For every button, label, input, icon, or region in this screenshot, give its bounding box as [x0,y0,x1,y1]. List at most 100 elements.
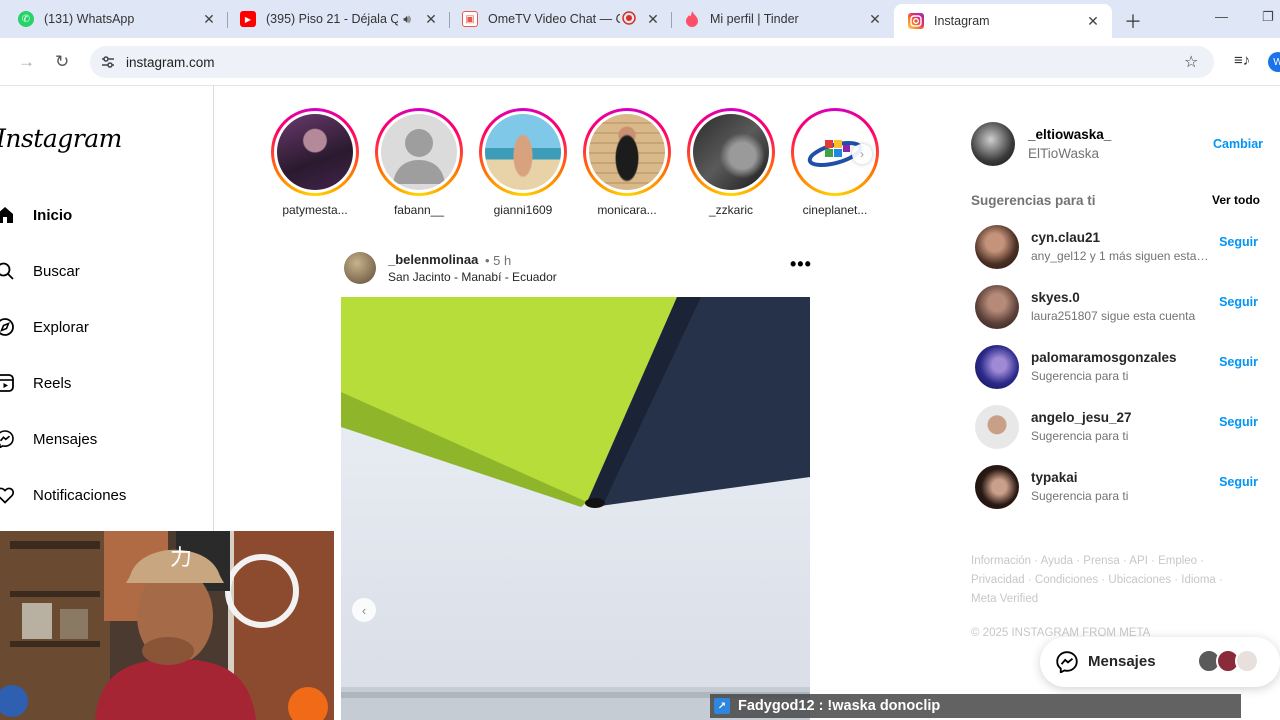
forward-icon[interactable]: → [18,52,35,72]
ometv-icon: ▣ [462,11,478,27]
reload-icon[interactable]: ↻ [55,52,69,72]
suggestion-subtitle: Sugerencia para ti [1031,429,1129,443]
profile-avatar[interactable]: W [1268,52,1280,72]
post-location[interactable]: San Jacinto - Manabí - Ecuador [388,270,557,284]
story-item[interactable]: fabann__ [375,108,463,217]
close-icon[interactable]: ✕ [200,11,218,28]
suggestion-avatar[interactable] [975,465,1019,509]
address-bar[interactable]: instagram.com [90,46,1214,78]
post-author-username[interactable]: _belenmolinaa [388,252,478,267]
sidebar-item-label: Buscar [33,262,80,280]
story-username: gianni1609 [493,203,553,217]
suggestion-avatar[interactable] [975,225,1019,269]
maximize-icon[interactable]: ❐ [1262,9,1274,25]
suggestion-row: angelo_jesu_27 Sugerencia para ti Seguir [975,405,1260,449]
story-item[interactable]: monicara... [583,108,671,217]
follow-button[interactable]: Seguir [1219,355,1258,369]
home-icon [0,206,14,224]
tab-whatsapp[interactable]: ✆ (131) WhatsApp ✕ [4,4,228,34]
suggestion-row: palomaramosgonzales Sugerencia para ti S… [975,345,1260,389]
instagram-icon [908,13,924,29]
suggestion-subtitle: Sugerencia para ti [1031,489,1129,503]
sidebar-item-notificaciones[interactable]: Notificaciones [0,478,126,512]
stream-chat-overlay: ↗ Fadygod12 : !waska donoclip [710,694,1241,718]
recording-icon [620,10,638,28]
tab-ometv[interactable]: ▣ OmeTV Video Chat — O ✕ [448,4,672,34]
follow-button[interactable]: Seguir [1219,475,1258,489]
suggestion-avatar[interactable] [975,345,1019,389]
site-settings-icon[interactable] [100,54,116,73]
suggestion-username[interactable]: angelo_jesu_27 [1031,410,1132,425]
sidebar-item-mensajes[interactable]: Mensajes [0,422,97,456]
switch-account-button[interactable]: Cambiar [1213,137,1263,151]
suggestion-avatar[interactable] [975,405,1019,449]
media-control-icon[interactable]: ≡♪ [1234,52,1250,69]
story-ring [583,108,671,196]
tinder-flame-icon [684,11,700,27]
tab-title: OmeTV Video Chat — O [488,12,620,26]
story-avatar [693,114,769,190]
close-icon[interactable]: ✕ [422,11,440,28]
default-avatar-icon [381,114,457,190]
current-user-username[interactable]: _eltiowaska_ [1028,127,1111,142]
story-username: fabann__ [393,203,445,217]
bookmark-star-icon[interactable]: ☆ [1184,52,1198,72]
story-avatar [589,114,665,190]
post-image[interactable] [341,297,810,720]
sidebar-item-inicio[interactable]: Inicio [0,198,72,232]
story-username: cineplanet... [802,203,868,217]
follow-button[interactable]: Seguir [1219,415,1258,429]
current-user-avatar[interactable] [971,122,1015,166]
suggestion-row: skyes.0 laura251807 sigue esta cuenta Se… [975,285,1260,329]
close-icon[interactable]: ✕ [1084,13,1102,30]
close-icon[interactable]: ✕ [866,11,884,28]
sidebar-item-buscar[interactable]: Buscar [0,254,80,288]
reels-icon [0,374,14,392]
story-username: patymesta... [282,203,348,217]
webcam-overlay: 力 [0,531,334,720]
tab-title: (395) Piso 21 - Déjala Qu [266,12,398,26]
sidebar-item-explorar[interactable]: Explorar [0,310,89,344]
sidebar-item-reels[interactable]: Reels [0,366,71,400]
whatsapp-icon: ✆ [18,11,34,27]
sidebar-item-label: Notificaciones [33,486,127,504]
compass-icon [0,318,14,336]
story-item[interactable]: _zzkaric [687,108,775,217]
instagram-logo[interactable]: Instagram [0,124,122,153]
story-item[interactable]: gianni1609 [479,108,567,217]
more-options-icon[interactable]: ••• [790,254,812,275]
tab-title: (131) WhatsApp [44,12,135,26]
footer-links[interactable]: Información · Ayuda · Prensa · API · Emp… [971,552,1231,609]
stories-next-button[interactable]: › [852,144,872,164]
post-author-avatar[interactable] [344,252,376,284]
suggestion-avatar[interactable] [975,285,1019,329]
story-item[interactable]: patymesta... [271,108,359,217]
suggestion-subtitle: any_gel12 y 1 más siguen esta c... [1031,249,1211,263]
messenger-icon [1056,651,1078,678]
suggestion-username[interactable]: typakai [1031,470,1078,485]
sidebar-item-label: Explorar [33,318,89,336]
messenger-icon [0,430,14,448]
minimize-icon[interactable]: — [1215,9,1228,24]
sidebar-item-label: Reels [33,374,72,392]
suggestion-username[interactable]: palomaramosgonzales [1031,350,1177,365]
sidebar-item-label: Inicio [33,206,73,224]
carousel-prev-button[interactable]: ‹ [352,598,376,622]
chat-user-icon: ↗ [714,698,730,714]
browser-toolbar: → ↻ instagram.com ☆ ≡♪ W [0,38,1280,86]
follow-button[interactable]: Seguir [1219,295,1258,309]
tab-tinder[interactable]: Mi perfil | Tinder ✕ [670,4,894,34]
new-tab-icon[interactable]: ＋ [1124,8,1142,34]
tab-instagram[interactable]: Instagram ✕ [894,4,1112,38]
suggestion-username[interactable]: skyes.0 [1031,290,1080,305]
tab-title: Mi perfil | Tinder [710,12,799,26]
see-all-link[interactable]: Ver todo [1212,193,1260,207]
suggestion-username[interactable]: cyn.clau21 [1031,230,1100,245]
speaker-icon[interactable]: 🔊︎ [398,12,416,27]
follow-button[interactable]: Seguir [1219,235,1258,249]
suggestion-subtitle: laura251807 sigue esta cuenta [1031,309,1196,323]
recent-chat-avatars [1197,649,1259,673]
tab-youtube[interactable]: ▶ (395) Piso 21 - Déjala Qu 🔊︎ ✕ [226,4,450,34]
close-icon[interactable]: ✕ [644,11,662,28]
messages-floating-button[interactable]: Mensajes [1040,637,1280,687]
